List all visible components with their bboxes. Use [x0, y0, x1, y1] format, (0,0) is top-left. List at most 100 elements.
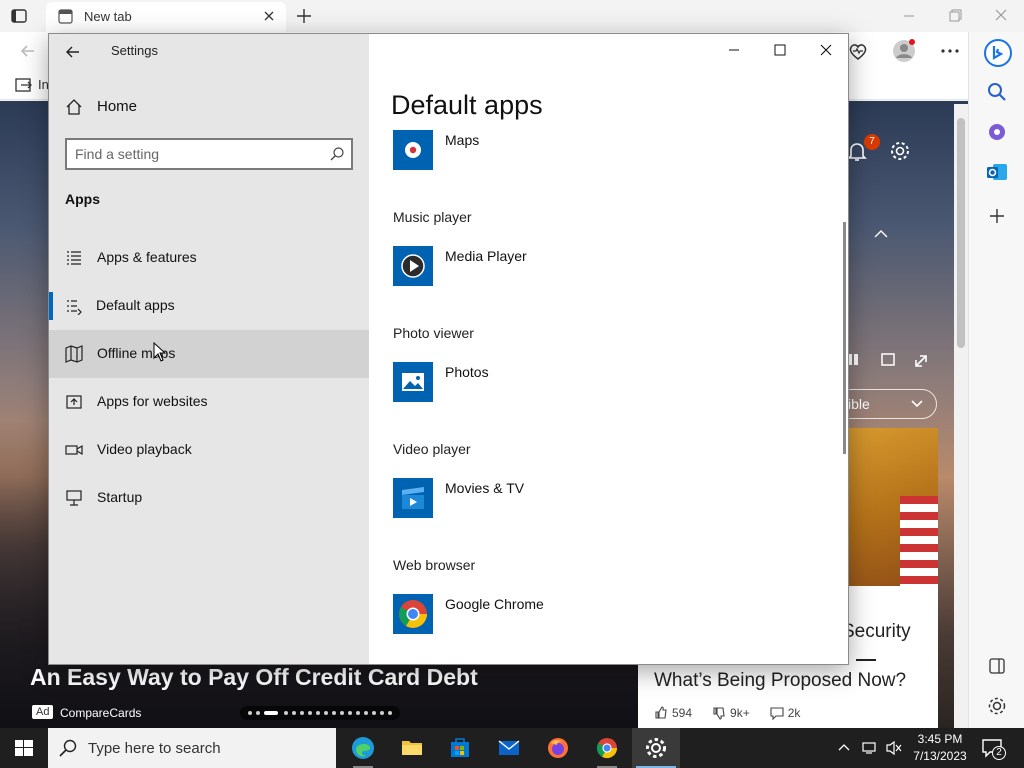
search-icon[interactable] — [985, 80, 1009, 104]
nav-default-apps[interactable]: Default apps — [49, 282, 369, 330]
show-hidden-icons-button[interactable] — [836, 728, 852, 768]
thumbs-down-icon — [713, 707, 725, 720]
browser-essentials-icon[interactable] — [846, 39, 870, 63]
hide-sidebar-icon[interactable] — [985, 654, 1009, 678]
dislike-button[interactable]: 9k+ — [712, 706, 750, 720]
add-sidebar-app-icon[interactable] — [985, 204, 1009, 228]
taskbar-mail[interactable] — [485, 728, 533, 768]
home-icon — [65, 98, 83, 116]
sidebar-settings-icon[interactable] — [985, 694, 1009, 718]
browser-restore-icon[interactable] — [944, 6, 966, 26]
default-app-name: Movies & TV — [445, 480, 525, 496]
find-setting-input[interactable] — [75, 144, 325, 164]
taskbar-clock[interactable]: 3:45 PM 7/13/2023 — [912, 731, 968, 765]
window-title: Settings — [111, 43, 158, 58]
firefox-icon — [548, 738, 568, 758]
new-tab-button[interactable] — [294, 6, 314, 26]
edge-icon — [352, 737, 374, 759]
news-card-headline-top[interactable]: Security — [842, 621, 911, 643]
movies-tv-app-icon — [393, 478, 433, 518]
nav-offline-maps[interactable]: Offline maps — [49, 330, 369, 378]
mouse-cursor-icon — [153, 341, 167, 362]
taskbar-search-placeholder: Type here to search — [88, 740, 221, 757]
thumbs-up-icon — [655, 706, 667, 719]
default-apps-icon — [65, 297, 83, 316]
nav-apps-features[interactable]: Apps & features — [49, 234, 369, 282]
startup-icon — [65, 489, 83, 507]
start-button[interactable] — [0, 728, 48, 768]
page-scrollbar[interactable] — [954, 104, 968, 728]
content-scrollbar[interactable] — [843, 222, 846, 454]
page-settings-gear-icon[interactable] — [888, 139, 912, 163]
carousel-dots[interactable] — [240, 706, 400, 720]
maps-app-icon — [393, 130, 433, 170]
nav-apps-for-websites[interactable]: Apps for websites — [49, 378, 369, 426]
folder-icon — [402, 741, 422, 755]
browser-tab[interactable]: New tab — [46, 2, 286, 32]
default-web-browser-button[interactable]: Google Chrome — [393, 594, 793, 636]
action-center-badge: 2 — [992, 746, 1006, 760]
close-icon[interactable] — [815, 40, 837, 60]
windows-logo-icon — [15, 740, 33, 756]
scroll-thumb[interactable] — [957, 118, 965, 348]
chrome-icon — [596, 738, 618, 759]
chevron-up-icon — [838, 744, 850, 751]
more-menu-icon[interactable] — [938, 39, 962, 63]
taskbar-chrome[interactable] — [583, 728, 631, 768]
network-tray-icon[interactable] — [860, 728, 880, 768]
nav-video-playback[interactable]: Video playback — [49, 426, 369, 474]
find-setting-box[interactable] — [65, 138, 353, 170]
like-button[interactable]: 594 — [654, 706, 692, 720]
mail-icon — [498, 740, 520, 755]
default-maps-button[interactable]: Maps — [393, 130, 793, 172]
chevron-up-icon[interactable] — [872, 227, 890, 241]
default-photo-viewer-button[interactable]: Photos — [393, 362, 793, 404]
new-tab-icon — [58, 9, 73, 24]
nav-startup[interactable]: Startup — [49, 474, 369, 522]
taskbar-file-explorer[interactable] — [388, 728, 436, 768]
taskbar: Type here to search 3:45 PM 7/13/2023 2 — [0, 728, 1024, 768]
gear-icon — [646, 738, 666, 758]
default-video-player-button[interactable]: Movies & TV — [393, 478, 793, 520]
browser-close-icon[interactable] — [990, 6, 1012, 26]
category-label: Music player — [393, 209, 472, 225]
taskbar-settings[interactable] — [632, 728, 680, 768]
news-card-headline[interactable]: What’s Being Proposed Now? — [654, 670, 906, 692]
comments-button[interactable]: 2k — [770, 706, 800, 720]
layout-controls[interactable] — [848, 351, 938, 371]
taskbar-edge[interactable] — [339, 728, 387, 768]
browser-minimize-icon[interactable] — [898, 6, 920, 26]
clock-time: 3:45 PM — [917, 732, 963, 746]
nav-home-label: Home — [97, 98, 138, 115]
tab-actions-icon[interactable] — [10, 7, 28, 25]
open-link-icon — [65, 393, 83, 411]
outlook-icon[interactable] — [985, 160, 1009, 184]
back-icon[interactable] — [16, 39, 40, 63]
taskbar-search-box[interactable]: Type here to search — [48, 728, 336, 768]
video-icon — [65, 441, 83, 459]
nav-home[interactable]: Home — [49, 88, 369, 126]
profile-avatar[interactable] — [892, 39, 916, 63]
flag-image — [900, 496, 938, 586]
maximize-icon[interactable] — [769, 40, 791, 60]
volume-tray-icon[interactable] — [884, 728, 904, 768]
nav-item-label: Video playback — [97, 441, 192, 457]
bing-copilot-icon[interactable] — [983, 38, 1013, 68]
headline-dash — [856, 659, 876, 661]
back-button[interactable] — [61, 40, 85, 64]
like-count: 594 — [672, 706, 693, 720]
comment-icon — [770, 707, 784, 720]
taskbar-store[interactable] — [436, 728, 484, 768]
taskbar-firefox[interactable] — [534, 728, 582, 768]
nav-item-label: Apps for websites — [97, 393, 208, 409]
default-app-name: Google Chrome — [445, 596, 544, 612]
default-music-player-button[interactable]: Media Player — [393, 246, 793, 288]
ad-source: CompareCards — [60, 706, 142, 720]
hero-caption[interactable]: An Easy Way to Pay Off Credit Card Debt — [30, 664, 478, 691]
network-icon — [862, 742, 876, 754]
tools-icon[interactable] — [985, 120, 1009, 144]
category-label: Photo viewer — [393, 325, 474, 341]
minimize-icon[interactable] — [723, 40, 745, 60]
close-tab-icon[interactable] — [260, 7, 278, 25]
import-favorites-icon[interactable] — [12, 74, 36, 98]
